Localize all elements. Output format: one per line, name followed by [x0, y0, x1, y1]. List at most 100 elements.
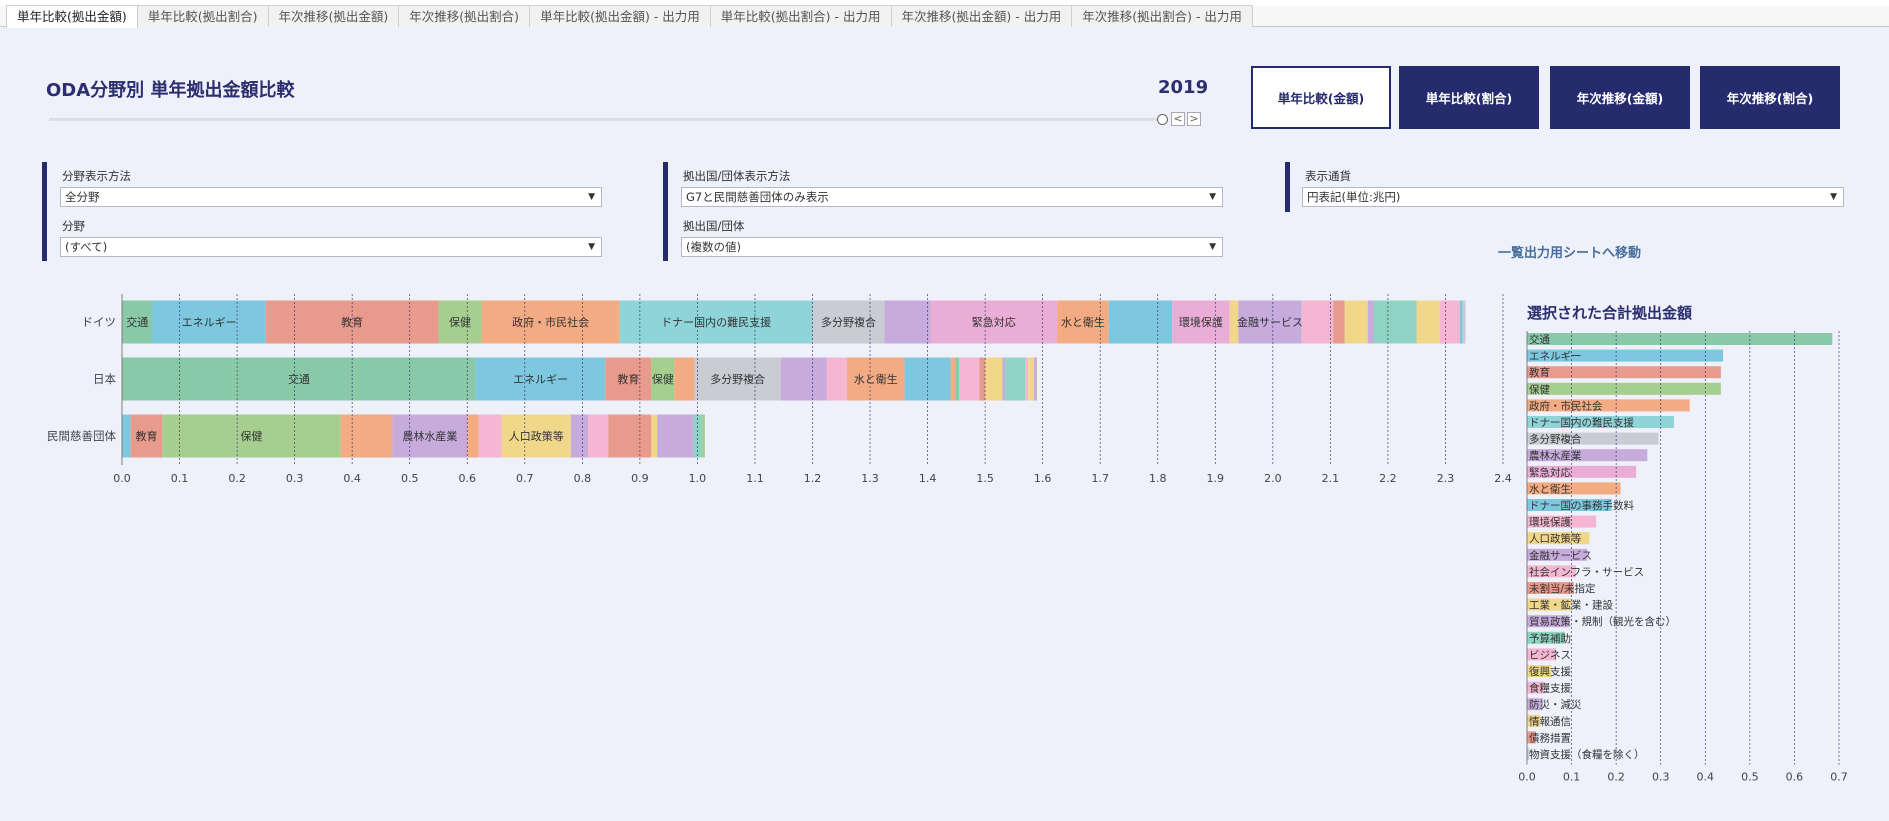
donor-label: 拠出国/団体	[683, 219, 745, 233]
side-x-tick-label: 0.6	[1786, 771, 1804, 784]
bar-segment	[1034, 357, 1037, 401]
x-tick-label: 2.2	[1379, 472, 1397, 485]
caret-down-icon: ▼	[1209, 242, 1216, 252]
segment-label: エネルギー	[182, 316, 237, 329]
field-label: 分野	[62, 219, 85, 233]
total-contribution-bar-chart: 交通エネルギー教育保健政府・市民社会ドナー国内の難民支援多分野複合農林水産業緊急…	[1518, 331, 1848, 784]
segment-label: 保健	[652, 372, 674, 386]
side-x-tick-label: 0.2	[1607, 771, 1625, 784]
caret-down-icon: ▼	[1209, 192, 1216, 202]
side-x-tick-label: 0.0	[1518, 771, 1536, 784]
x-tick-label: 1.8	[1149, 472, 1167, 485]
side-category-label: 環境保護	[1529, 516, 1571, 529]
side-category-label: 未割当/未指定	[1529, 582, 1596, 595]
filter-group-donor-bar	[663, 162, 668, 261]
filter-group-field-bar	[42, 162, 47, 261]
side-category-label: ドナー国内の難民支援	[1529, 416, 1634, 429]
side-x-tick-label: 0.5	[1741, 771, 1759, 784]
side-category-label: 物資支援（食糧を除く）	[1529, 748, 1645, 761]
segment-label: 保健	[240, 429, 262, 443]
bar-segment	[478, 414, 502, 458]
caret-down-icon: ▼	[588, 192, 595, 202]
bar-segment	[1367, 300, 1374, 344]
currency-select[interactable]: 円表記(単位:兆円) ▼	[1302, 187, 1844, 207]
segment-label: エネルギー	[513, 373, 568, 386]
caret-down-icon: ▼	[1830, 192, 1837, 202]
bar-segment	[1459, 300, 1463, 344]
year-prev-button[interactable]: <	[1171, 112, 1185, 126]
bar-segment	[955, 357, 960, 401]
segment-label: 交通	[126, 315, 148, 329]
bar-segment	[1439, 300, 1460, 344]
segment-label: 金融サービス	[1237, 315, 1303, 329]
side-bar	[1527, 366, 1721, 379]
segment-label: 緊急対応	[972, 315, 1016, 329]
x-tick-label: 1.3	[861, 472, 879, 485]
side-category-label: 多分野複合	[1529, 433, 1582, 446]
move-to-output-sheet-link[interactable]: 一覧出力用シートへ移動	[1498, 242, 1641, 261]
x-tick-label: 2.0	[1264, 472, 1282, 485]
bar-segment	[122, 414, 131, 458]
bar-segment	[1462, 300, 1466, 344]
side-x-tick-label: 0.7	[1830, 771, 1848, 784]
side-category-label: 教育	[1529, 366, 1550, 379]
segment-label: 水と衛生	[854, 372, 898, 386]
year-label: 2019	[1158, 77, 1209, 98]
side-category-label: 保健	[1529, 383, 1551, 396]
page-title: ODA分野別 単年拠出金額比較	[46, 80, 295, 101]
tab-5[interactable]: 単年比較(拠出割合) - 出力用	[709, 5, 892, 27]
nav-yearly-ratio-button[interactable]: 年次推移(割合)	[1700, 66, 1840, 129]
tab-4[interactable]: 単年比較(拠出金額) - 出力用	[529, 5, 711, 27]
x-tick-label: 1.2	[804, 472, 822, 485]
year-slider-handle[interactable]	[1157, 114, 1168, 125]
segment-label: 政府・市民社会	[512, 315, 589, 329]
donor-select[interactable]: (複数の値) ▼	[681, 237, 1223, 257]
field-display-select[interactable]: 全分野 ▼	[60, 187, 602, 207]
side-category-label: 政府・市民社会	[1529, 399, 1603, 412]
currency-label: 表示通貨	[1305, 169, 1351, 183]
donor-display-select[interactable]: G7と民間慈善団体のみ表示 ▼	[681, 187, 1223, 207]
segment-label: 農林水産業	[402, 429, 457, 443]
bar-segment	[1028, 357, 1035, 401]
year-slider-track[interactable]	[49, 118, 1162, 121]
side-bar	[1527, 382, 1721, 395]
side-category-label: 情報通信	[1529, 715, 1571, 728]
tab-1[interactable]: 単年比較(拠出割合)	[136, 5, 269, 27]
category-label: ドイツ	[82, 315, 117, 329]
x-tick-label: 0.9	[631, 472, 649, 485]
bar-segment	[657, 414, 694, 458]
bar-segment	[340, 414, 393, 458]
segment-label: 多分野複合	[821, 315, 876, 329]
bar-segment	[467, 414, 479, 458]
tab-7[interactable]: 年次推移(拠出割合) - 出力用	[1071, 5, 1253, 27]
donor-value: (複数の値)	[686, 240, 741, 254]
nav-single-year-ratio-button[interactable]: 単年比較(割合)	[1399, 66, 1539, 129]
bar-segment	[985, 357, 1003, 401]
bar-segment	[780, 357, 827, 401]
bar-segment	[1301, 300, 1334, 344]
tab-3[interactable]: 年次推移(拠出割合)	[398, 5, 531, 27]
tab-6[interactable]: 年次推移(拠出金額) - 出力用	[890, 5, 1073, 27]
side-category-label: ドナー国の事務手数料	[1529, 499, 1634, 512]
segment-label: 保健	[449, 315, 471, 329]
bar-segment	[1416, 300, 1440, 344]
segment-label: 教育	[135, 429, 157, 443]
side-category-label: 債務措置	[1529, 731, 1571, 744]
tab-0[interactable]: 単年比較(拠出金額)	[6, 5, 138, 28]
nav-yearly-amount-button[interactable]: 年次推移(金額)	[1550, 66, 1690, 129]
side-category-label: 交通	[1529, 333, 1551, 346]
side-category-label: エネルギー	[1529, 351, 1582, 363]
year-next-button[interactable]: >	[1187, 112, 1201, 126]
bar-segment	[1344, 300, 1368, 344]
tab-2[interactable]: 年次推移(拠出金額)	[267, 5, 400, 27]
x-tick-label: 0.1	[171, 472, 189, 485]
field-select[interactable]: (すべて) ▼	[60, 237, 602, 257]
x-tick-label: 1.0	[689, 472, 707, 485]
x-tick-label: 1.1	[746, 472, 764, 485]
nav-single-year-amount-button[interactable]: 単年比較(金額)	[1251, 66, 1391, 129]
bar-segment	[588, 414, 609, 458]
x-tick-label: 1.9	[1207, 472, 1225, 485]
side-category-label: 水と衛生	[1529, 482, 1571, 495]
bar-segment	[959, 357, 980, 401]
x-tick-label: 1.5	[976, 472, 994, 485]
